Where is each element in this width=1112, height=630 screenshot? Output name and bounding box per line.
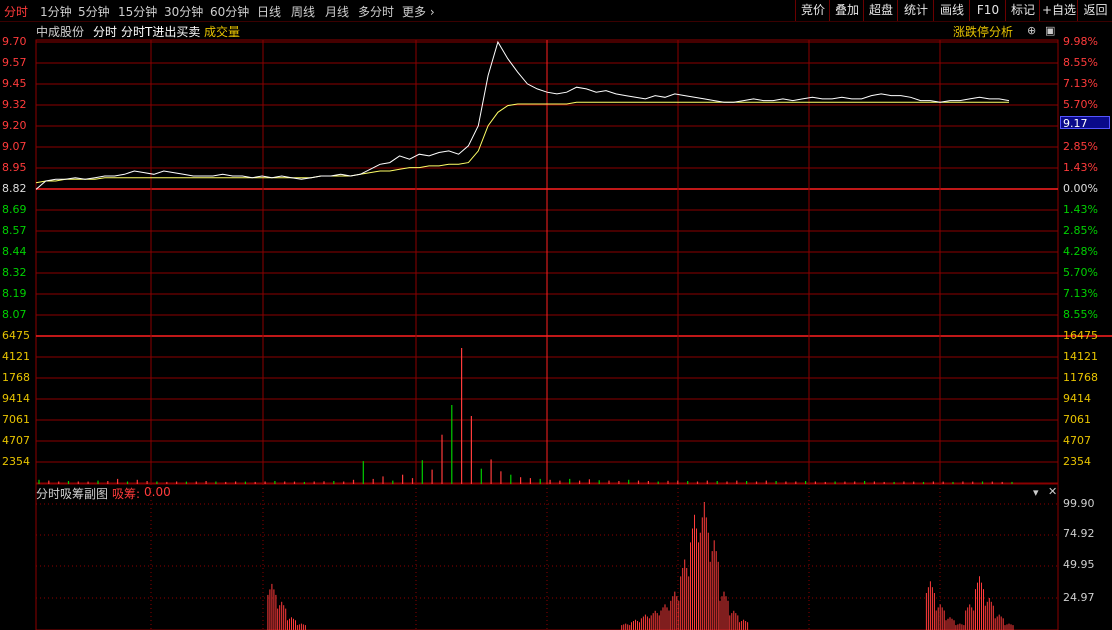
price-line: [35, 40, 1010, 190]
volume-tick: 14121: [1063, 350, 1098, 363]
percent-tick: 7.13%: [1063, 287, 1098, 300]
percent-tick: 4.28%: [1063, 245, 1098, 258]
price-tick: 8.07: [2, 308, 27, 321]
volume-tick: 7061: [2, 413, 30, 426]
percent-tick: 2.85%: [1063, 140, 1098, 153]
subchart-tick: 24.97: [1063, 591, 1095, 604]
price-tick: 9.32: [2, 98, 27, 111]
price-tick: 9.57: [2, 56, 27, 69]
volume-tick: 1768: [2, 371, 30, 384]
price-tick: 8.95: [2, 161, 27, 174]
volume-tick: 11768: [1063, 371, 1098, 384]
volume-tick: 7061: [1063, 413, 1091, 426]
close-icon[interactable]: ✕: [1048, 485, 1057, 498]
price-tick: 9.20: [2, 119, 27, 132]
percent-tick: 5.70%: [1063, 266, 1098, 279]
price-tick: 8.32: [2, 266, 27, 279]
volume-bars: [38, 348, 1013, 484]
subchart-tick: 99.90: [1063, 497, 1095, 510]
volume-tick: 6475: [2, 329, 30, 342]
subchart-title[interactable]: 分时吸筹副图: [36, 485, 108, 502]
volume-tick: 4707: [2, 434, 30, 447]
volume-tick: 4707: [1063, 434, 1091, 447]
percent-tick: 7.13%: [1063, 77, 1098, 90]
series-label: 吸筹:: [112, 487, 141, 501]
chart-canvas: [35, 39, 1112, 630]
subchart-tick: 74.92: [1063, 527, 1095, 540]
volume-tick: 2354: [2, 455, 30, 468]
percent-tick: 8.55%: [1063, 56, 1098, 69]
price-tick: 9.70: [2, 35, 27, 48]
volume-tick: 16475: [1063, 329, 1098, 342]
percent-tick: 9.98%: [1063, 35, 1098, 48]
price-tick: 8.19: [2, 287, 27, 300]
price-tick: 8.44: [2, 245, 27, 258]
volume-tick: 9414: [1063, 392, 1091, 405]
volume-tick: 4121: [2, 350, 30, 363]
price-tick: 9.45: [2, 77, 27, 90]
percent-tick: 8.55%: [1063, 308, 1098, 321]
percent-tick: 1.43%: [1063, 203, 1098, 216]
price-tick: 8.82: [2, 182, 27, 195]
series-value: 0.00: [144, 485, 171, 499]
dropdown-icon[interactable]: ▾: [1033, 486, 1039, 499]
price-tick: 8.57: [2, 224, 27, 237]
percent-tick: 2.85%: [1063, 224, 1098, 237]
percent-tick: 5.70%: [1063, 98, 1098, 111]
current-price-marker: 9.17: [1060, 116, 1110, 130]
price-tick: 9.07: [2, 140, 27, 153]
volume-tick: 9414: [2, 392, 30, 405]
average-price-line: [35, 101, 1009, 184]
volume-tick: 2354: [1063, 455, 1091, 468]
chart-grid: [35, 39, 1112, 630]
price-tick: 8.69: [2, 203, 27, 216]
percent-tick: 1.43%: [1063, 161, 1098, 174]
subchart-tick: 49.95: [1063, 558, 1095, 571]
percent-tick: 0.00%: [1063, 182, 1098, 195]
